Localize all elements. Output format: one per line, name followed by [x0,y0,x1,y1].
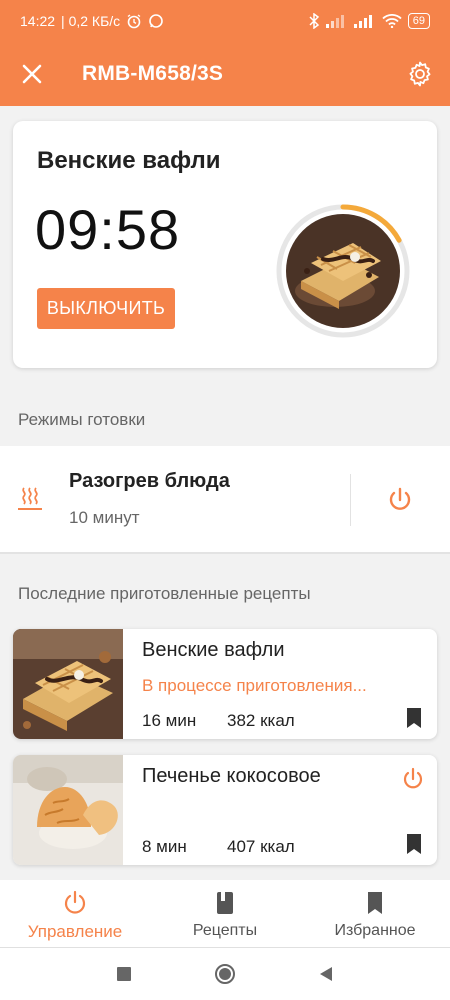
nav-control[interactable]: Управление [0,880,150,947]
current-dish-title: Венские вафли [37,147,221,174]
nav-label: Управление [27,922,123,941]
power-icon[interactable] [384,484,416,516]
battery-indicator: 69 [407,13,430,29]
recipe-calories: 407 ккал [227,837,295,856]
recents-square-icon[interactable] [116,966,132,982]
bookmark-icon[interactable] [404,833,424,855]
recipe-card[interactable]: Печенье кокосовое 8 мин 407 ккал [13,755,437,865]
heating-icon [18,487,42,510]
recipe-name: Венские вафли [142,639,285,661]
recipe-thumbnail [13,629,123,739]
power-icon [64,890,86,914]
bottom-nav: Управление Рецепты Избранное [0,880,450,948]
recipe-name: Печенье кокосовое [142,765,321,787]
current-cooking-card: Венские вафли 09:58 ВЫКЛЮЧИТЬ [13,121,437,368]
whatsapp-icon [149,14,163,28]
recipe-calories: 382 ккал [227,711,295,730]
back-triangle-icon[interactable] [318,966,334,982]
alarm-icon [127,14,141,29]
system-nav-bar [0,948,450,1000]
status-network-speed: | 0,2 КБ/с [61,13,121,29]
gear-icon [409,61,431,87]
recipe-status: В процессе приготовления... [142,676,367,695]
nav-label: Рецепты [192,922,258,939]
signal-icon [325,15,344,28]
settings-button[interactable] [390,42,450,106]
nav-label: Избранное [334,922,416,939]
recipe-time: 8 мин [142,837,187,856]
cooking-modes-title: Режимы готовки [18,410,146,429]
app-bar: RMB-M658/3S [0,42,450,106]
mode-divider [350,474,351,526]
cooking-timer: 09:58 [35,198,181,261]
turn-off-button[interactable]: ВЫКЛЮЧИТЬ [37,288,175,329]
close-icon [22,64,42,84]
mode-duration: 10 минут [69,508,140,527]
nav-favorites[interactable]: Избранное [300,880,450,947]
cooking-mode-row[interactable]: Разогрев блюда 10 минут [0,446,450,554]
nav-recipes[interactable]: Рецепты [150,880,300,947]
device-title: RMB-M658/3S [82,62,224,85]
bluetooth-icon [309,13,319,29]
signal-icon-2 [353,15,372,28]
book-icon [217,892,233,914]
bookmark-icon[interactable] [404,707,424,729]
wifi-icon [382,14,402,28]
recipe-time: 16 мин [142,711,197,730]
recent-recipes-title: Последние приготовленные рецепты [18,584,311,603]
mode-name: Разогрев блюда [69,470,230,492]
recipe-thumbnail [13,755,123,865]
bookmark-icon [368,892,382,914]
home-circle-icon[interactable] [214,963,236,985]
status-time: 14:22 [20,13,56,29]
cooking-progress-ring [276,204,410,338]
power-icon[interactable] [399,765,427,793]
recipe-card[interactable]: Венские вафли В процессе приготовления..… [13,629,437,739]
status-bar: 14:22 | 0,2 КБ/с 69 [0,0,450,42]
close-button[interactable] [0,42,64,106]
